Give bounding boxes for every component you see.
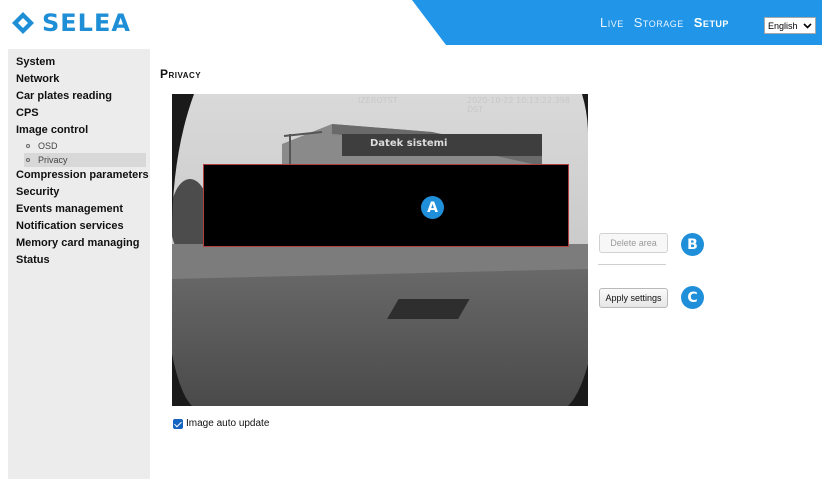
top-nav: Live Storage Setup [600, 0, 729, 45]
sidebar-item-security[interactable]: Security [8, 184, 150, 201]
sidebar-item-memory-card-managing[interactable]: Memory card managing [8, 235, 150, 252]
apply-settings-button[interactable]: Apply settings [599, 288, 668, 308]
image-auto-update[interactable]: Image auto update [173, 418, 269, 429]
divider [598, 264, 666, 265]
sidebar-item-notification-services[interactable]: Notification services [8, 218, 150, 235]
selea-diamond-icon [12, 12, 34, 34]
image-auto-update-label: Image auto update [186, 418, 270, 429]
bullet-icon [26, 158, 30, 162]
sidebar-item-system[interactable]: System [8, 54, 150, 71]
chevron-down-icon [803, 23, 812, 29]
privacy-mask-area[interactable] [203, 164, 569, 247]
sidebar-item-compression-parameters[interactable]: Compression parameters [8, 167, 150, 184]
camera-name-overlay: IZEROTST [358, 96, 398, 105]
camera-view[interactable]: IZEROTST 2020-10-22 10:13:22.398 DST Dat… [172, 94, 588, 406]
building-sign-text: Datek sistemi [370, 138, 448, 149]
page-title: Privacy [160, 67, 202, 81]
sidebar-subitem-label: OSD [38, 141, 58, 151]
sidebar-item-cps[interactable]: CPS [8, 105, 150, 122]
language-select-value: English [768, 20, 798, 31]
sidebar: System Network Car plates reading CPS Im… [8, 49, 150, 479]
language-select[interactable]: English [764, 17, 816, 34]
marker-a-badge: A [421, 196, 444, 219]
logo-text: SELEA [42, 9, 131, 37]
sidebar-item-events-management[interactable]: Events management [8, 201, 150, 218]
marker-c-badge: C [681, 286, 704, 309]
delete-area-button[interactable]: Delete area [599, 233, 668, 253]
sidebar-item-image-control[interactable]: Image control [8, 122, 150, 139]
page: SELEA Live Storage Setup English System … [0, 0, 822, 479]
sidebar-subitem-osd[interactable]: OSD [24, 139, 146, 153]
sidebar-subitem-privacy[interactable]: Privacy [24, 153, 146, 167]
sidebar-item-network[interactable]: Network [8, 71, 150, 88]
marker-b-badge: B [681, 233, 704, 256]
nav-live[interactable]: Live [600, 15, 624, 30]
header: SELEA Live Storage Setup English [0, 0, 822, 45]
sidebar-subitem-label: Privacy [38, 155, 68, 165]
bullet-icon [26, 144, 30, 148]
logo[interactable]: SELEA [11, 8, 131, 38]
sidebar-item-car-plates-reading[interactable]: Car plates reading [8, 88, 150, 105]
nav-storage[interactable]: Storage [634, 15, 684, 30]
nav-setup[interactable]: Setup [694, 15, 729, 30]
image-auto-update-checkbox[interactable] [173, 418, 183, 429]
sidebar-item-status[interactable]: Status [8, 252, 150, 269]
camera-timestamp-overlay: 2020-10-22 10:13:22.398 DST [467, 96, 570, 114]
